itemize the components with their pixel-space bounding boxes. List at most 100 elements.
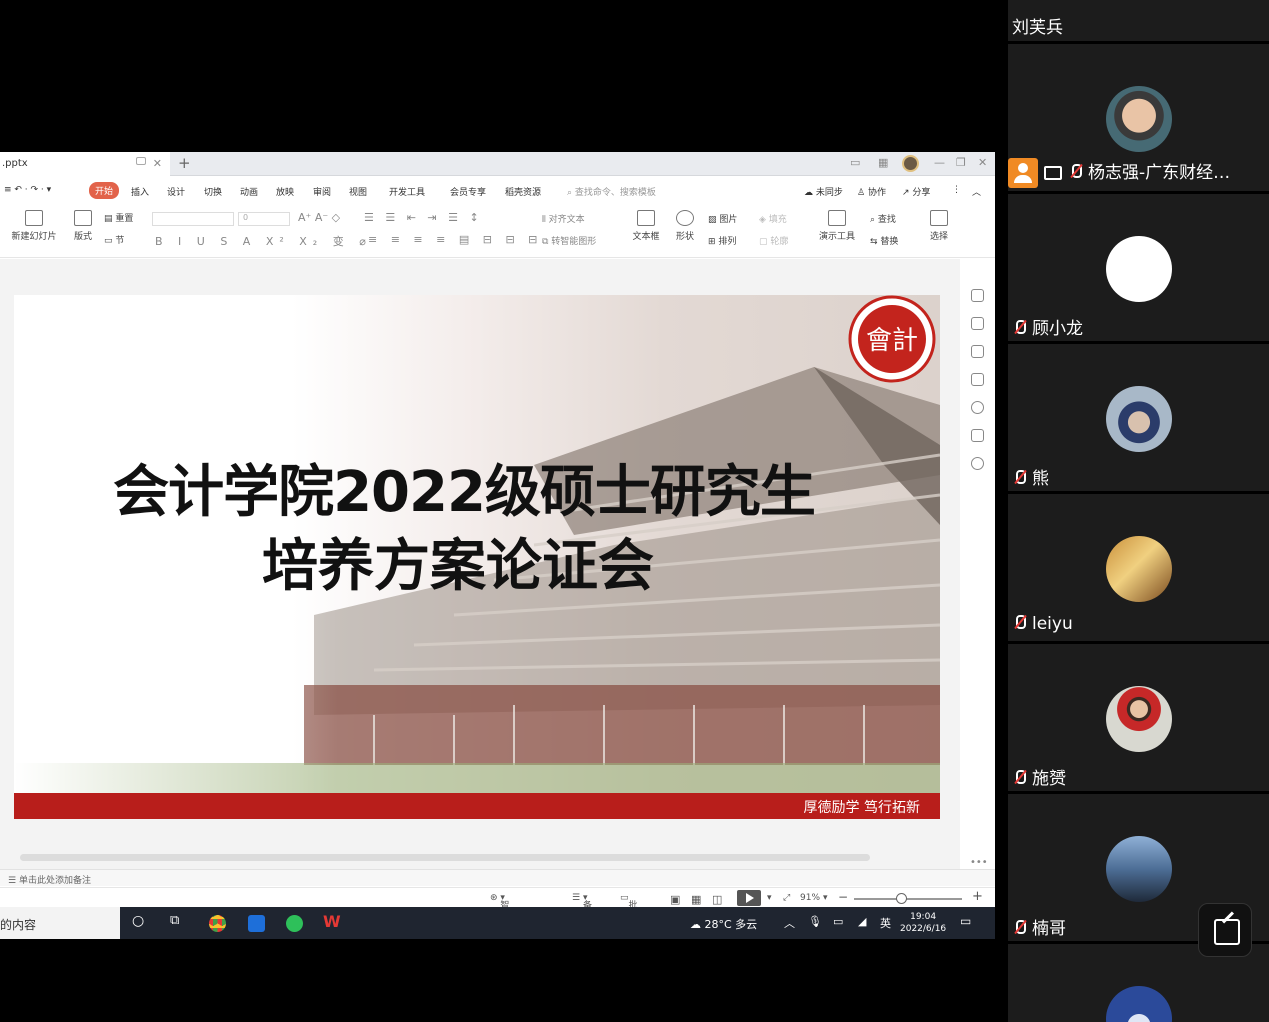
paragraph-align-tools[interactable]: ≡ ≡ ≡ ≡ ▤ ⊟ ⊟ ⊟ bbox=[368, 233, 542, 246]
menu-item-insert[interactable]: 插入 bbox=[131, 185, 149, 198]
smart-shape-button[interactable]: ⧉ 转智能图形 bbox=[542, 234, 596, 247]
ime-indicator[interactable]: 英 bbox=[880, 915, 891, 931]
weather-widget[interactable]: ☁ 28°C 多云 bbox=[690, 916, 757, 932]
design-icon[interactable] bbox=[971, 289, 984, 302]
zoom-dropdown-icon[interactable]: ▾ bbox=[823, 893, 828, 903]
meeting-app-icon[interactable] bbox=[248, 915, 265, 932]
menu-item-transition[interactable]: 切换 bbox=[204, 185, 222, 198]
vertical-scrollbar[interactable] bbox=[948, 262, 956, 842]
slide[interactable]: 會計 会计学院2022级硕士研究生 培养方案论证会 厚德励学 笃行拓新 bbox=[14, 295, 940, 819]
annotate-button[interactable] bbox=[1198, 903, 1252, 957]
picture-button[interactable]: ▨ 图片 bbox=[708, 212, 737, 225]
menu-item-developer[interactable]: 开发工具 bbox=[389, 185, 425, 198]
select-button[interactable]: 选择 bbox=[924, 210, 954, 242]
font-size-field[interactable]: 0 bbox=[238, 212, 290, 226]
monitor-icon[interactable] bbox=[136, 157, 146, 165]
text-format-tools[interactable]: B I U S A X² X₂ 变 ⌀ bbox=[155, 233, 372, 249]
screen-share-icon bbox=[1044, 166, 1062, 180]
new-slide-button[interactable]: 新建幻灯片 bbox=[6, 210, 62, 242]
layout-button[interactable]: 版式 bbox=[68, 210, 98, 242]
menu-item-review[interactable]: 审阅 bbox=[313, 185, 331, 198]
chrome-icon[interactable] bbox=[209, 915, 226, 932]
participant-tile[interactable]: 顾小龙 bbox=[1008, 194, 1269, 344]
wps-icon[interactable]: W bbox=[323, 912, 341, 931]
reset-button[interactable]: ▤ 重置 bbox=[104, 211, 144, 224]
list-tools[interactable]: ☰ ☰ ⇤ ⇥ ☰ ↕ bbox=[364, 211, 483, 224]
notes-pane[interactable]: ☰ 单击此处添加备注 bbox=[0, 869, 995, 886]
shape-button[interactable]: 形状 bbox=[670, 210, 700, 242]
new-tab-icon[interactable]: + bbox=[178, 154, 191, 172]
wechat-icon[interactable] bbox=[286, 915, 303, 932]
pin-icon[interactable] bbox=[971, 345, 984, 358]
minimize-icon[interactable]: — bbox=[934, 156, 945, 169]
participant-tile[interactable]: 杨志强-广东财经… bbox=[1008, 44, 1269, 194]
sorter-view-icon[interactable]: ▦ bbox=[691, 893, 701, 906]
align-text-button[interactable]: ⫴ 对齐文本 bbox=[542, 212, 585, 225]
font-size-tools[interactable]: A⁺ A⁻ ◇ bbox=[298, 211, 340, 224]
horizontal-scrollbar[interactable] bbox=[20, 854, 870, 861]
fill-button[interactable]: ◈ 填充 bbox=[759, 212, 787, 225]
slides-icon[interactable] bbox=[971, 373, 984, 386]
close-tab-icon[interactable]: ✕ bbox=[153, 157, 162, 170]
dropdown-icon[interactable]: ▾ bbox=[767, 893, 772, 903]
share-button[interactable]: ↗ 分享 bbox=[902, 185, 930, 198]
menu-item-design[interactable]: 设计 bbox=[167, 185, 185, 198]
find-button[interactable]: ⌕ 查找 bbox=[870, 212, 896, 225]
zoom-slider-track[interactable] bbox=[854, 898, 962, 900]
section-button[interactable]: ▭ 节 bbox=[104, 233, 144, 246]
taskbar-clock[interactable]: 19:04 2022/6/16 bbox=[900, 911, 946, 935]
menu-item-slideshow[interactable]: 放映 bbox=[276, 185, 294, 198]
backup-icon[interactable] bbox=[971, 429, 984, 442]
reading-view-icon[interactable]: ◫ bbox=[712, 893, 722, 906]
task-view-icon[interactable]: ⧉ bbox=[170, 913, 179, 928]
zoom-slider-thumb[interactable] bbox=[896, 893, 907, 904]
restore-icon[interactable]: ❐ bbox=[956, 156, 966, 169]
menu-item-start[interactable]: 开始 bbox=[89, 182, 120, 199]
document-tab[interactable]: .pptx ✕ bbox=[0, 152, 170, 176]
battery-icon[interactable]: ▭ bbox=[833, 915, 843, 928]
select-icon bbox=[930, 210, 948, 226]
menu-item-docer[interactable]: 稻壳资源 bbox=[505, 185, 541, 198]
present-tool-button[interactable]: 演示工具 bbox=[814, 210, 860, 242]
menu-item-view[interactable]: 视图 bbox=[349, 185, 367, 198]
outline-button[interactable]: ▢ 轮廓 bbox=[759, 234, 788, 247]
normal-view-icon[interactable]: ▣ bbox=[670, 893, 680, 906]
text-box-button[interactable]: 文本框 bbox=[628, 210, 664, 242]
replace-button[interactable]: ⇆ 替换 bbox=[870, 234, 898, 247]
user-avatar[interactable] bbox=[902, 155, 919, 172]
zoom-in-icon[interactable]: + bbox=[972, 889, 983, 904]
notification-icon[interactable]: ▭ bbox=[960, 914, 971, 928]
mic-tray-icon[interactable]: 🎙 bbox=[808, 915, 822, 928]
collapse-ribbon-icon[interactable]: ︿ bbox=[972, 185, 981, 198]
properties-icon[interactable] bbox=[971, 317, 984, 330]
file-menu-icon[interactable]: ≡ ↶ · ↷ · ▾ bbox=[4, 185, 51, 195]
collab-button[interactable]: ♙ 协作 bbox=[857, 185, 886, 198]
arrange-button[interactable]: ⊞ 排列 bbox=[708, 234, 736, 247]
zoom-out-icon[interactable]: − bbox=[838, 890, 848, 904]
participant-tile[interactable]: 熊 bbox=[1008, 344, 1269, 494]
menu-item-animation[interactable]: 动画 bbox=[240, 185, 258, 198]
network-icon[interactable]: ◢ bbox=[858, 915, 866, 928]
grid-icon[interactable]: ▦ bbox=[878, 156, 888, 169]
close-window-icon[interactable]: ✕ bbox=[978, 156, 987, 169]
beautify-button[interactable]: ⊛ 智能美化 ▾ bbox=[490, 893, 509, 937]
command-search[interactable]: ⌕ 查找命令、搜索模板 bbox=[567, 185, 656, 198]
timer-icon[interactable] bbox=[971, 401, 984, 414]
comments-button[interactable]: ▭ 批注 bbox=[620, 893, 638, 924]
location-icon[interactable] bbox=[971, 457, 984, 470]
tray-up-icon[interactable]: ︿ bbox=[784, 915, 795, 931]
participant-tile[interactable]: 刘芙兵 bbox=[1008, 0, 1269, 44]
menu-item-vip[interactable]: 会员专享 bbox=[450, 185, 486, 198]
more-dots-icon[interactable]: ••• bbox=[970, 857, 988, 868]
notes-button[interactable]: ☰ 备注 ▾ bbox=[572, 893, 592, 924]
participant-tile[interactable]: leiyu bbox=[1008, 494, 1269, 644]
taskbar-search[interactable]: 的内容 bbox=[0, 907, 120, 939]
fit-window-icon[interactable]: ⤢ bbox=[783, 893, 790, 903]
participant-tile[interactable]: 施赟 bbox=[1008, 644, 1269, 794]
more-icon[interactable]: ⋮ bbox=[952, 185, 961, 195]
cortana-icon[interactable]: ○ bbox=[132, 913, 144, 929]
play-slideshow-button[interactable] bbox=[737, 890, 761, 906]
layout-icon[interactable]: ▭ bbox=[850, 156, 860, 169]
sync-button[interactable]: ☁ 未同步 bbox=[804, 185, 843, 198]
font-name-field[interactable] bbox=[152, 212, 234, 226]
